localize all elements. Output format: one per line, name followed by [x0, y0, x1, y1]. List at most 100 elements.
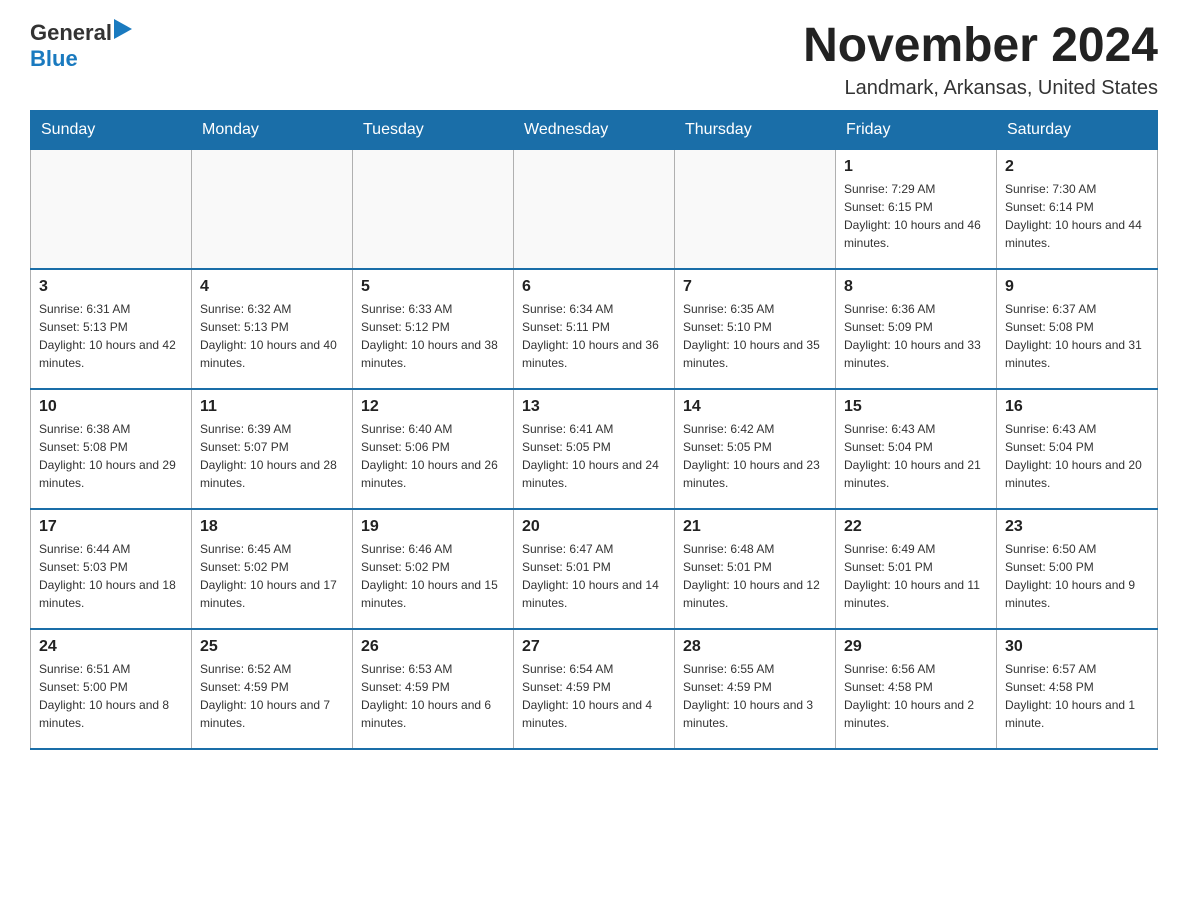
logo-blue-text: Blue — [30, 46, 134, 72]
day-info: Sunrise: 6:54 AMSunset: 4:59 PMDaylight:… — [522, 660, 666, 732]
day-number: 12 — [361, 398, 505, 416]
calendar-day-cell: 1 Sunrise: 7:29 AMSunset: 6:15 PMDaylight… — [836, 149, 997, 269]
day-info: Sunrise: 6:40 AMSunset: 5:06 PMDaylight:… — [361, 420, 505, 492]
day-info: Sunrise: 6:31 AMSunset: 5:13 PMDaylight:… — [39, 300, 183, 372]
calendar-day-header: Tuesday — [353, 110, 514, 149]
day-number: 5 — [361, 278, 505, 296]
day-number: 27 — [522, 638, 666, 656]
day-number: 10 — [39, 398, 183, 416]
day-info: Sunrise: 6:45 AMSunset: 5:02 PMDaylight:… — [200, 540, 344, 612]
day-info: Sunrise: 6:42 AMSunset: 5:05 PMDaylight:… — [683, 420, 827, 492]
day-info: Sunrise: 7:29 AMSunset: 6:15 PMDaylight:… — [844, 180, 988, 252]
day-info: Sunrise: 6:46 AMSunset: 5:02 PMDaylight:… — [361, 540, 505, 612]
calendar-day-cell: 10 Sunrise: 6:38 AMSunset: 5:08 PMDayligh… — [31, 389, 192, 509]
calendar-day-header: Friday — [836, 110, 997, 149]
day-info: Sunrise: 6:52 AMSunset: 4:59 PMDaylight:… — [200, 660, 344, 732]
day-number: 22 — [844, 518, 988, 536]
calendar-day-cell — [353, 149, 514, 269]
calendar-week-row: 24Sunrise: 6:51 AMSunset: 5:00 PMDayligh… — [31, 629, 1158, 749]
calendar-day-cell: 16 Sunrise: 6:43 AMSunset: 5:04 PMDayligh… — [997, 389, 1158, 509]
day-number: 4 — [200, 278, 344, 296]
day-info: Sunrise: 6:39 AMSunset: 5:07 PMDaylight:… — [200, 420, 344, 492]
calendar-day-cell: 19 Sunrise: 6:46 AMSunset: 5:02 PMDayligh… — [353, 509, 514, 629]
day-number: 13 — [522, 398, 666, 416]
day-number: 29 — [844, 638, 988, 656]
calendar-day-cell: 30 Sunrise: 6:57 AMSunset: 4:58 PMDayligh… — [997, 629, 1158, 749]
day-info: Sunrise: 6:48 AMSunset: 5:01 PMDaylight:… — [683, 540, 827, 612]
day-number: 19 — [361, 518, 505, 536]
calendar-day-header: Saturday — [997, 110, 1158, 149]
calendar-day-cell: 2Sunrise: 7:30 AMSunset: 6:14 PMDaylight… — [997, 149, 1158, 269]
calendar-week-row: 17 Sunrise: 6:44 AMSunset: 5:03 PMDayligh… — [31, 509, 1158, 629]
page-title: November 2024 — [803, 20, 1158, 73]
calendar-day-cell: 17 Sunrise: 6:44 AMSunset: 5:03 PMDayligh… — [31, 509, 192, 629]
calendar-day-cell: 6 Sunrise: 6:34 AMSunset: 5:11 PMDaylight… — [514, 269, 675, 389]
day-number: 7 — [683, 278, 827, 296]
day-number: 14 — [683, 398, 827, 416]
day-number: 15 — [844, 398, 988, 416]
calendar-day-cell: 23Sunrise: 6:50 AMSunset: 5:00 PMDayligh… — [997, 509, 1158, 629]
day-info: Sunrise: 7:30 AMSunset: 6:14 PMDaylight:… — [1005, 180, 1149, 252]
calendar-day-cell: 20 Sunrise: 6:47 AMSunset: 5:01 PMDayligh… — [514, 509, 675, 629]
calendar-day-cell — [31, 149, 192, 269]
day-info: Sunrise: 6:43 AMSunset: 5:04 PMDaylight:… — [1005, 420, 1149, 492]
day-info: Sunrise: 6:36 AMSunset: 5:09 PMDaylight:… — [844, 300, 988, 372]
day-info: Sunrise: 6:32 AMSunset: 5:13 PMDaylight:… — [200, 300, 344, 372]
day-info: Sunrise: 6:43 AMSunset: 5:04 PMDaylight:… — [844, 420, 988, 492]
calendar-week-row: 3 Sunrise: 6:31 AMSunset: 5:13 PMDaylight… — [31, 269, 1158, 389]
calendar-week-row: 10 Sunrise: 6:38 AMSunset: 5:08 PMDayligh… — [31, 389, 1158, 509]
calendar-day-cell: 21 Sunrise: 6:48 AMSunset: 5:01 PMDayligh… — [675, 509, 836, 629]
day-info: Sunrise: 6:53 AMSunset: 4:59 PMDaylight:… — [361, 660, 505, 732]
logo: General Blue — [30, 20, 134, 72]
calendar-header-row: SundayMondayTuesdayWednesdayThursdayFrid… — [31, 110, 1158, 149]
day-info: Sunrise: 6:38 AMSunset: 5:08 PMDaylight:… — [39, 420, 183, 492]
calendar-day-cell: 12 Sunrise: 6:40 AMSunset: 5:06 PMDayligh… — [353, 389, 514, 509]
logo-triangle-icon — [114, 19, 134, 39]
calendar-week-row: 1 Sunrise: 7:29 AMSunset: 6:15 PMDaylight… — [31, 149, 1158, 269]
page-subtitle: Landmark, Arkansas, United States — [803, 77, 1158, 100]
calendar-table: SundayMondayTuesdayWednesdayThursdayFrid… — [30, 110, 1158, 751]
calendar-day-cell: 3 Sunrise: 6:31 AMSunset: 5:13 PMDaylight… — [31, 269, 192, 389]
calendar-day-cell: 22 Sunrise: 6:49 AMSunset: 5:01 PMDayligh… — [836, 509, 997, 629]
calendar-day-cell: 25 Sunrise: 6:52 AMSunset: 4:59 PMDayligh… — [192, 629, 353, 749]
day-number: 18 — [200, 518, 344, 536]
calendar-day-cell: 14 Sunrise: 6:42 AMSunset: 5:05 PMDayligh… — [675, 389, 836, 509]
page-header: General Blue November 2024 Landmark, Ark… — [30, 20, 1158, 100]
day-number: 16 — [1005, 398, 1149, 416]
day-number: 17 — [39, 518, 183, 536]
calendar-day-header: Wednesday — [514, 110, 675, 149]
day-info: Sunrise: 6:47 AMSunset: 5:01 PMDaylight:… — [522, 540, 666, 612]
calendar-day-cell: 27 Sunrise: 6:54 AMSunset: 4:59 PMDayligh… — [514, 629, 675, 749]
calendar-day-cell: 15 Sunrise: 6:43 AMSunset: 5:04 PMDayligh… — [836, 389, 997, 509]
day-number: 1 — [844, 158, 988, 176]
day-info: Sunrise: 6:35 AMSunset: 5:10 PMDaylight:… — [683, 300, 827, 372]
calendar-day-cell: 4 Sunrise: 6:32 AMSunset: 5:13 PMDaylight… — [192, 269, 353, 389]
calendar-day-header: Sunday — [31, 110, 192, 149]
calendar-day-cell: 28Sunrise: 6:55 AMSunset: 4:59 PMDayligh… — [675, 629, 836, 749]
day-number: 3 — [39, 278, 183, 296]
day-number: 30 — [1005, 638, 1149, 656]
day-number: 20 — [522, 518, 666, 536]
calendar-day-cell — [675, 149, 836, 269]
day-info: Sunrise: 6:44 AMSunset: 5:03 PMDaylight:… — [39, 540, 183, 612]
calendar-day-cell: 11 Sunrise: 6:39 AMSunset: 5:07 PMDayligh… — [192, 389, 353, 509]
calendar-day-cell: 7 Sunrise: 6:35 AMSunset: 5:10 PMDaylight… — [675, 269, 836, 389]
day-info: Sunrise: 6:34 AMSunset: 5:11 PMDaylight:… — [522, 300, 666, 372]
day-number: 21 — [683, 518, 827, 536]
day-info: Sunrise: 6:49 AMSunset: 5:01 PMDaylight:… — [844, 540, 988, 612]
calendar-day-header: Monday — [192, 110, 353, 149]
day-number: 28 — [683, 638, 827, 656]
calendar-day-cell: 9Sunrise: 6:37 AMSunset: 5:08 PMDaylight… — [997, 269, 1158, 389]
calendar-day-cell — [192, 149, 353, 269]
day-info: Sunrise: 6:41 AMSunset: 5:05 PMDaylight:… — [522, 420, 666, 492]
day-number: 26 — [361, 638, 505, 656]
day-number: 11 — [200, 398, 344, 416]
calendar-day-cell — [514, 149, 675, 269]
calendar-day-cell: 13 Sunrise: 6:41 AMSunset: 5:05 PMDayligh… — [514, 389, 675, 509]
day-info: Sunrise: 6:57 AMSunset: 4:58 PMDaylight:… — [1005, 660, 1149, 732]
day-number: 8 — [844, 278, 988, 296]
day-info: Sunrise: 6:50 AMSunset: 5:00 PMDaylight:… — [1005, 540, 1149, 612]
day-number: 25 — [200, 638, 344, 656]
day-number: 6 — [522, 278, 666, 296]
calendar-day-cell: 26 Sunrise: 6:53 AMSunset: 4:59 PMDayligh… — [353, 629, 514, 749]
